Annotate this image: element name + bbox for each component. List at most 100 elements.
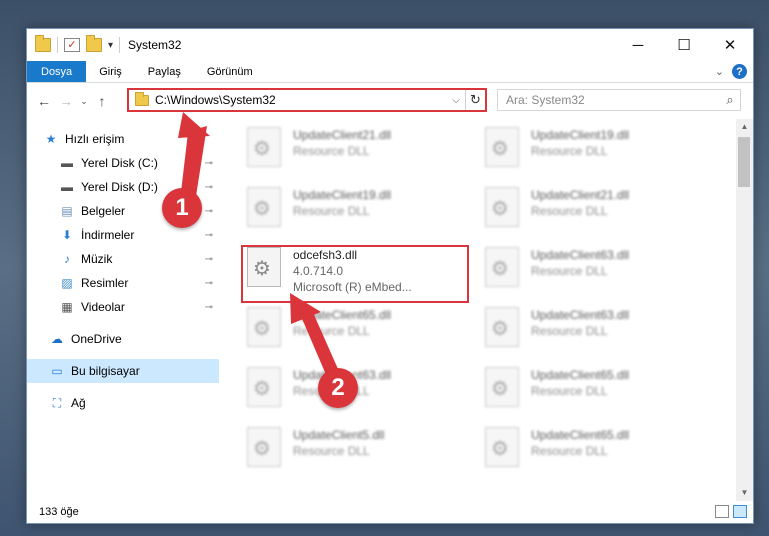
file-name: UpdateClient19.dll <box>531 128 630 142</box>
file-text: UpdateClient21.dll Resource DLL <box>531 187 629 219</box>
file-description: Resource DLL <box>293 324 370 338</box>
sidebar-item-onedrive[interactable]: ☁ OneDrive <box>27 327 219 351</box>
dll-file-icon <box>485 427 519 467</box>
separator <box>119 37 121 53</box>
properties-icon[interactable]: ✓ <box>64 38 80 52</box>
expand-ribbon-icon[interactable]: ⌄ <box>715 65 724 78</box>
file-description: Resource DLL <box>531 204 608 218</box>
main-area: ★ Hızlı erişim ▬ Yerel Disk (C:) ⊸ ▬ Yer… <box>27 119 753 501</box>
file-item[interactable]: UpdateClient19.dll Resource DLL <box>247 187 477 237</box>
video-icon: ▦ <box>61 300 73 314</box>
sidebar-item-music[interactable]: ♪ Müzik ⊸ <box>27 247 219 271</box>
sidebar-item-this-pc[interactable]: ▭ Bu bilgisayar <box>27 359 219 383</box>
sidebar-item-quick-access[interactable]: ★ Hızlı erişim <box>27 127 219 151</box>
pin-icon[interactable]: ⊸ <box>205 278 213 289</box>
sidebar-item-label: Yerel Disk (D:) <box>81 180 158 194</box>
address-dropdown-icon[interactable]: ⌵ <box>447 95 465 106</box>
search-placeholder: Ara: System32 <box>506 93 585 107</box>
sidebar-item-label: Ağ <box>71 396 86 410</box>
explorer-window: ✓ ▾ System32 ─ ☐ ✕ Dosya Giriş Paylaş Gö… <box>26 28 754 524</box>
scroll-up-icon[interactable]: ▲ <box>736 119 753 135</box>
quick-access-toolbar: ✓ ▾ <box>27 35 121 53</box>
pin-icon[interactable]: ⊸ <box>205 182 213 193</box>
computer-icon: ▭ <box>51 364 63 378</box>
address-bar[interactable]: C:\Windows\System32 ⌵ ↻ <box>127 88 487 112</box>
file-item[interactable]: UpdateClient21.dll Resource DLL <box>485 187 715 237</box>
tiles-view-icon[interactable] <box>733 505 747 518</box>
scroll-thumb[interactable] <box>738 137 750 187</box>
file-description: Resource DLL <box>531 384 608 398</box>
new-folder-icon[interactable] <box>86 35 102 52</box>
documents-icon: ▤ <box>61 204 73 218</box>
help-icon[interactable]: ? <box>732 64 747 79</box>
back-button[interactable]: ← <box>33 93 55 109</box>
file-list: UpdateClient21.dllResource DLL UpdateClie… <box>219 119 753 501</box>
tab-file[interactable]: Dosya <box>27 61 87 82</box>
ribbon-right: ⌄ ? <box>715 64 747 79</box>
pin-icon[interactable]: ⊸ <box>205 206 213 217</box>
sidebar-item-label: İndirmeler <box>81 228 135 242</box>
sidebar-item-local-disk-c[interactable]: ▬ Yerel Disk (C:) ⊸ <box>27 151 219 175</box>
file-item[interactable]: UpdateClient65.dll Resource DLL <box>247 307 477 357</box>
details-view-icon[interactable] <box>715 505 729 518</box>
file-item[interactable]: UpdateClient63.dll Resource DLL <box>485 307 715 357</box>
view-buttons <box>715 505 747 518</box>
pin-icon[interactable]: ⊸ <box>205 158 213 169</box>
file-text: UpdateClient63.dll Resource DLL <box>531 247 629 279</box>
file-text: UpdateClient65.dll Resource DLL <box>531 427 629 459</box>
scroll-down-icon[interactable]: ▼ <box>736 485 753 501</box>
highlight-box-file <box>241 245 469 303</box>
dll-file-icon <box>485 367 519 407</box>
pin-icon[interactable]: ⊸ <box>205 230 213 241</box>
forward-button[interactable]: → <box>55 93 77 109</box>
file-description: Resource DLL <box>531 264 608 278</box>
folder-icon <box>35 35 51 52</box>
file-description: Resource DLL <box>293 204 370 218</box>
up-button[interactable]: ↑ <box>91 93 113 109</box>
refresh-icon[interactable]: ↻ <box>465 90 485 110</box>
file-text: UpdateClient5.dll Resource DLL <box>293 427 384 459</box>
sidebar-item-network[interactable]: ⛶ Ağ <box>27 391 219 415</box>
drive-icon: ▬ <box>61 180 73 194</box>
customize-qat-icon[interactable]: ▾ <box>108 40 113 51</box>
tab-view[interactable]: Görünüm <box>194 61 266 82</box>
file-description: Resource DLL <box>293 444 370 458</box>
tab-home[interactable]: Giriş <box>86 61 135 82</box>
file-item[interactable]: UpdateClient65.dll Resource DLL <box>485 427 715 477</box>
navigation-pane: ★ Hızlı erişim ▬ Yerel Disk (C:) ⊸ ▬ Yer… <box>27 119 219 501</box>
sidebar-item-label: Belgeler <box>81 204 126 218</box>
file-text: UpdateClient19.dll Resource DLL <box>293 187 391 219</box>
search-input[interactable]: Ara: System32 ⌕ <box>497 89 741 111</box>
pin-icon[interactable]: ⊸ <box>205 302 213 313</box>
file-name: UpdateClient5.dll <box>293 428 385 442</box>
dll-file-icon <box>247 187 281 227</box>
file-item[interactable]: UpdateClient5.dll Resource DLL <box>247 427 477 477</box>
status-bar: 133 öğe <box>27 501 753 523</box>
minimize-button[interactable]: ─ <box>615 29 661 61</box>
vertical-scrollbar[interactable]: ▲ ▼ <box>736 119 753 501</box>
sidebar-item-pictures[interactable]: ▨ Resimler ⊸ <box>27 271 219 295</box>
file-item[interactable]: UpdateClient65.dll Resource DLL <box>485 367 715 417</box>
address-text[interactable]: C:\Windows\System32 <box>155 93 447 107</box>
search-icon[interactable]: ⌕ <box>720 92 740 108</box>
file-item[interactable]: UpdateClient63.dllResource DLL <box>485 247 715 297</box>
sidebar-item-videos[interactable]: ▦ Videolar ⊸ <box>27 295 219 319</box>
file-item[interactable]: UpdateClient63.dllResource DLL <box>247 367 477 417</box>
maximize-button[interactable]: ☐ <box>661 29 707 61</box>
file-text: UpdateClient21.dll Resource DLL <box>293 127 391 159</box>
file-text: UpdateClient65.dll Resource DLL <box>531 367 629 399</box>
file-name: UpdateClient63.dll <box>531 308 630 322</box>
separator <box>57 37 58 53</box>
file-description: Resource DLL <box>531 324 608 338</box>
pin-icon[interactable]: ⊸ <box>205 254 213 265</box>
sidebar-item-downloads[interactable]: ⬇ İndirmeler ⊸ <box>27 223 219 247</box>
file-item[interactable]: UpdateClient21.dll Resource DLL <box>247 127 477 177</box>
window-controls: ─ ☐ ✕ <box>615 29 753 61</box>
step-2-badge: 2 <box>318 368 358 408</box>
sidebar-item-label: Videolar <box>81 300 125 314</box>
file-item[interactable]: UpdateClient19.dll Resource DLL <box>485 127 715 177</box>
recent-locations-button[interactable]: ⌄ <box>77 96 91 107</box>
close-button[interactable]: ✕ <box>707 29 753 61</box>
tab-share[interactable]: Paylaş <box>135 61 194 82</box>
dll-file-icon <box>485 187 519 227</box>
